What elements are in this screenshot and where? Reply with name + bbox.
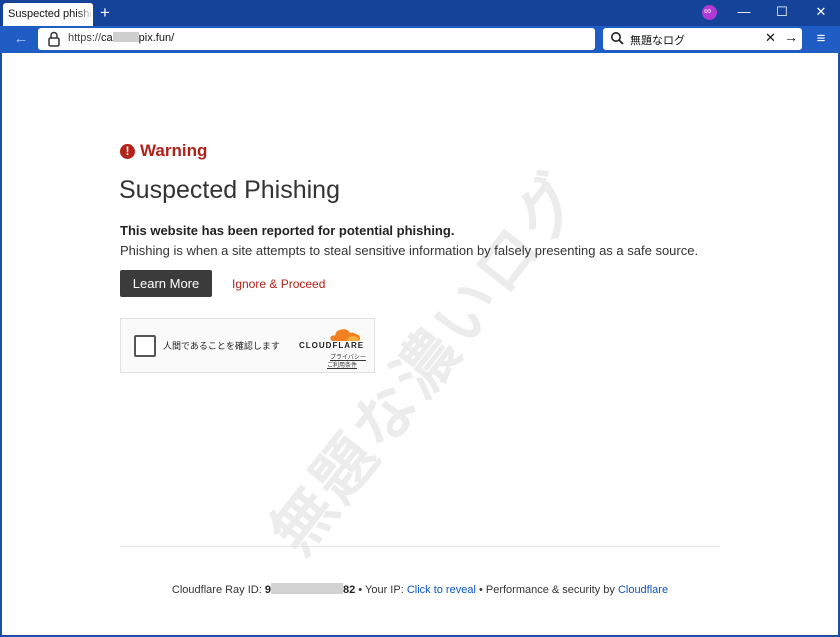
warning-label: Warning — [140, 141, 208, 160]
ray-id-label: Cloudflare Ray ID: — [171, 584, 262, 596]
turnstile-widget: 人間であることを確認します CLOUDFLARE プライバシー ご利用条件 — [120, 318, 375, 373]
page-title: Suspected Phishing — [119, 176, 340, 204]
verify-label: 人間であることを確認します — [163, 341, 280, 351]
description-bold: This website has been reported for poten… — [120, 223, 455, 238]
reveal-ip-link[interactable]: Click to reveal — [407, 584, 476, 596]
close-window-button[interactable]: ✕ — [801, 0, 840, 26]
exclamation-circle-icon: ! — [120, 144, 135, 159]
nav-toolbar: ← https://ca pix.fun/ 無題なログ ✕ → ≡ — [0, 26, 840, 53]
terms-link[interactable]: ご利用条件 — [327, 360, 357, 369]
page-content: 無題な濃いログ ! Warning Suspected Phishing Thi… — [2, 53, 838, 635]
tab-suspected-phishing[interactable]: Suspected phishi — [3, 3, 93, 26]
url-prefix: ca — [101, 32, 113, 44]
search-box[interactable]: 無題なログ ✕ → — [603, 28, 802, 50]
url-suffix: pix.fun/ — [138, 32, 175, 44]
ray-id-end: 82 — [342, 584, 356, 596]
description: Phishing is when a site attempts to stea… — [120, 243, 699, 258]
ignore-proceed-link[interactable]: Ignore & Proceed — [232, 277, 325, 291]
new-tab-button[interactable]: + — [96, 3, 114, 23]
separator: • — [478, 584, 483, 596]
maximize-button[interactable]: ☐ — [762, 0, 802, 26]
search-icon — [611, 32, 624, 45]
url-bar[interactable]: https://ca pix.fun/ — [38, 28, 595, 50]
url-redacted — [112, 32, 139, 42]
verify-checkbox[interactable] — [134, 335, 156, 357]
url-scheme: https:// — [68, 32, 102, 44]
menu-button[interactable]: ≡ — [811, 29, 831, 49]
footer: Cloudflare Ray ID: 9 82 • Your IP: Click … — [2, 583, 838, 596]
cloudflare-link[interactable]: Cloudflare — [618, 584, 668, 596]
title-bar: Suspected phishi + ∞ — ☐ ✕ — [0, 0, 840, 26]
back-button[interactable]: ← — [10, 28, 32, 50]
tab-fade — [77, 3, 93, 26]
url-text: https://ca pix.fun/ — [68, 32, 174, 44]
ray-id-redacted — [270, 583, 343, 594]
search-input[interactable]: 無題なログ — [630, 32, 685, 48]
search-go-button[interactable]: → — [784, 29, 798, 45]
performance-label: Performance & security by — [485, 584, 615, 596]
cloudflare-brand: CLOUDFLARE — [299, 341, 365, 350]
lock-icon — [48, 31, 60, 47]
separator: • — [358, 584, 363, 596]
learn-more-button[interactable]: Learn More — [120, 270, 212, 297]
divider — [120, 546, 720, 547]
clear-search-button[interactable]: ✕ — [765, 30, 776, 46]
minimize-button[interactable]: — — [724, 0, 764, 26]
your-ip-label: Your IP: — [365, 584, 404, 596]
extension-icon[interactable]: ∞ — [702, 5, 717, 20]
